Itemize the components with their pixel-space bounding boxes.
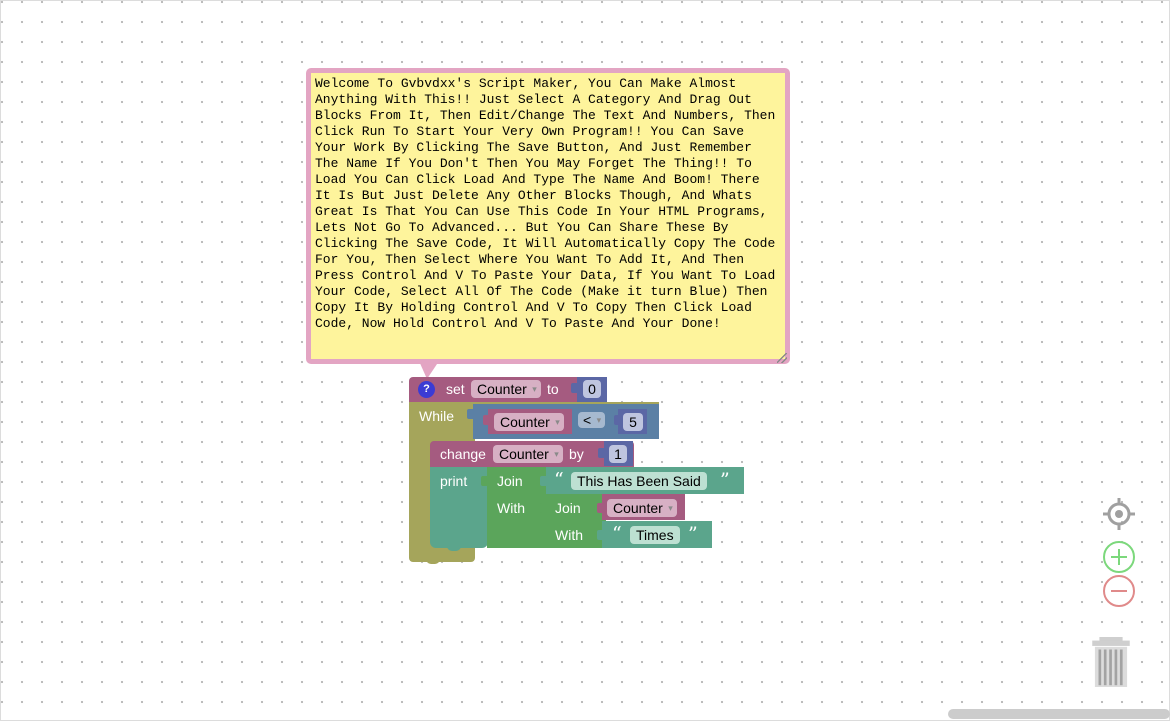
operator-dropdown[interactable]: < xyxy=(578,412,606,428)
comment-text[interactable]: Welcome To Gvbvdxx's Script Maker, You C… xyxy=(311,73,785,359)
horizontal-scrollbar[interactable] xyxy=(948,709,1170,719)
change-value-field[interactable]: 1 xyxy=(609,445,627,463)
text2-field[interactable]: Times xyxy=(630,526,680,544)
inner-with-label: With xyxy=(555,527,583,543)
trash-icon[interactable] xyxy=(1092,637,1130,687)
text1-field[interactable]: This Has Been Said xyxy=(571,472,707,490)
compare-variable-dropdown[interactable]: Counter xyxy=(494,413,564,431)
print-label: print xyxy=(440,473,468,489)
set-label: set xyxy=(446,381,465,397)
close-quote-icon-2: ” xyxy=(688,523,698,545)
target-icon[interactable] xyxy=(1102,497,1136,531)
set-value-field[interactable]: 0 xyxy=(583,380,601,398)
change-variable-dropdown[interactable]: Counter xyxy=(493,445,563,463)
while-bottom-notch xyxy=(426,557,440,564)
plus-icon[interactable] xyxy=(1102,540,1136,574)
set-to-label: to xyxy=(547,381,559,397)
inner-join-label: Join xyxy=(555,500,581,516)
comment-resize-handle[interactable] xyxy=(777,353,787,363)
compare-number-field[interactable]: 5 xyxy=(623,413,643,431)
open-quote-icon: “ xyxy=(554,469,564,491)
while-label: While xyxy=(419,408,455,424)
open-quote-icon-2: “ xyxy=(612,523,622,545)
help-icon[interactable]: ? xyxy=(418,381,435,398)
change-by-label: by xyxy=(569,446,584,462)
join-label: Join xyxy=(497,473,523,489)
set-variable-dropdown[interactable]: Counter xyxy=(471,380,541,398)
change-label: change xyxy=(440,446,486,462)
with-label: With xyxy=(497,500,525,516)
comment-bubble[interactable]: Welcome To Gvbvdxx's Script Maker, You C… xyxy=(306,68,790,364)
blockly-workspace[interactable]: Welcome To Gvbvdxx's Script Maker, You C… xyxy=(0,0,1170,721)
minus-icon[interactable] xyxy=(1102,574,1136,608)
inner-variable-dropdown[interactable]: Counter xyxy=(607,499,677,517)
close-quote-icon: ” xyxy=(720,469,730,491)
